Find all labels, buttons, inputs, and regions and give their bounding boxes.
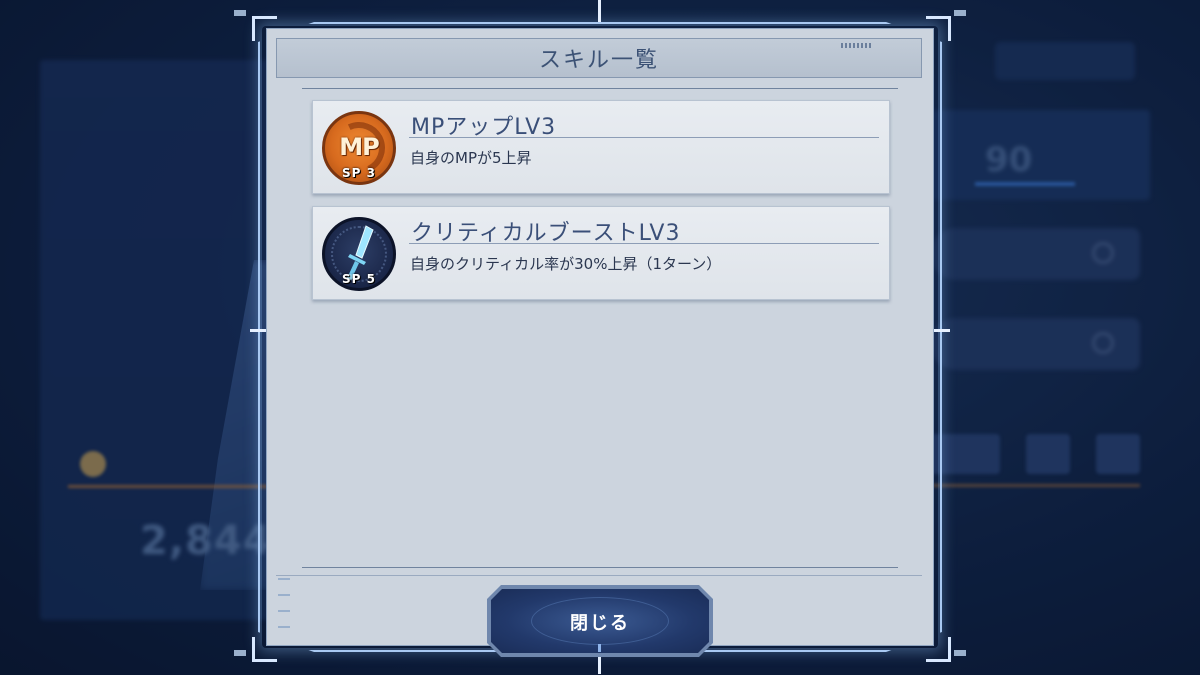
- skill-card-mp-up[interactable]: MP SP 3 MPアップLV3 自身のMPが5上昇: [312, 100, 890, 194]
- sp-cost-label: SP 3: [342, 166, 376, 180]
- frame-tick: [934, 329, 950, 332]
- title-decoration: [841, 43, 871, 48]
- mp-icon-letters: MP: [339, 133, 379, 161]
- frame-nub: [234, 10, 246, 16]
- frame-tick: [598, 644, 601, 652]
- frame-nub: [954, 650, 966, 656]
- skill-description: 自身のクリティカル率が30%上昇（1ターン）: [410, 255, 722, 273]
- frame-corner: [926, 16, 951, 41]
- footer-divider: [276, 575, 922, 576]
- title-divider: [302, 88, 898, 89]
- mp-up-icon: MP SP 3: [322, 111, 396, 185]
- footer-divider: [302, 567, 898, 568]
- dialog-title-bar: スキル一覧: [276, 38, 922, 78]
- dialog-title: スキル一覧: [538, 48, 659, 73]
- frame-corner: [252, 637, 277, 662]
- skill-name-underline: [409, 243, 879, 244]
- frame-nub: [954, 10, 966, 16]
- side-decoration: [278, 578, 290, 628]
- frame-nub: [234, 650, 246, 656]
- sp-cost-label: SP 5: [342, 272, 376, 286]
- close-button-label: 閉じる: [570, 613, 630, 634]
- frame-tick: [250, 329, 266, 332]
- sword-icon: SP 5: [322, 217, 396, 291]
- frame-corner: [926, 637, 951, 662]
- skill-card-critical-boost[interactable]: SP 5 クリティカルブーストLV3 自身のクリティカル率が30%上昇（1ターン…: [312, 206, 890, 300]
- frame-corner: [252, 16, 277, 41]
- skill-description: 自身のMPが5上昇: [410, 149, 532, 167]
- frame-tick: [598, 0, 601, 22]
- skill-name-underline: [409, 137, 879, 138]
